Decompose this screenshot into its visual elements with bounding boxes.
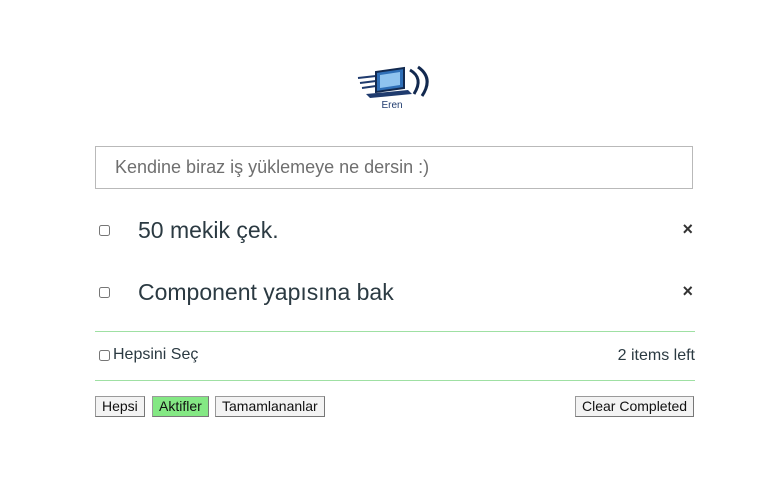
clear-completed-button[interactable]: Clear Completed	[575, 396, 695, 417]
divider	[95, 380, 695, 381]
select-all-checkbox[interactable]	[99, 349, 110, 361]
new-todo-input[interactable]	[95, 146, 693, 189]
todo-item: Component yapısına bak ×	[95, 273, 695, 313]
todo-item: 50 mekik çek. ×	[95, 211, 695, 251]
items-left-count: 2 items left	[617, 347, 695, 364]
todo-checkbox[interactable]	[99, 225, 110, 236]
select-all[interactable]: Hepsini Seç	[97, 346, 198, 364]
todo-checkbox[interactable]	[99, 287, 110, 298]
filter-all-button[interactable]: Hepsi	[95, 396, 145, 417]
filter-active-button[interactable]: Aktifler	[152, 396, 209, 417]
laptop-speed-icon	[357, 65, 429, 98]
delete-icon[interactable]: ×	[682, 281, 693, 301]
logo-text: Eren	[381, 100, 403, 111]
delete-icon[interactable]: ×	[682, 219, 693, 239]
logo: Eren	[356, 64, 436, 112]
todo-label: Component yapısına bak	[138, 279, 394, 305]
filter-completed-button[interactable]: Tamamlananlar	[215, 396, 325, 417]
todo-label: 50 mekik çek.	[138, 217, 279, 243]
select-all-label: Hepsini Seç	[113, 346, 199, 363]
divider	[95, 331, 695, 332]
